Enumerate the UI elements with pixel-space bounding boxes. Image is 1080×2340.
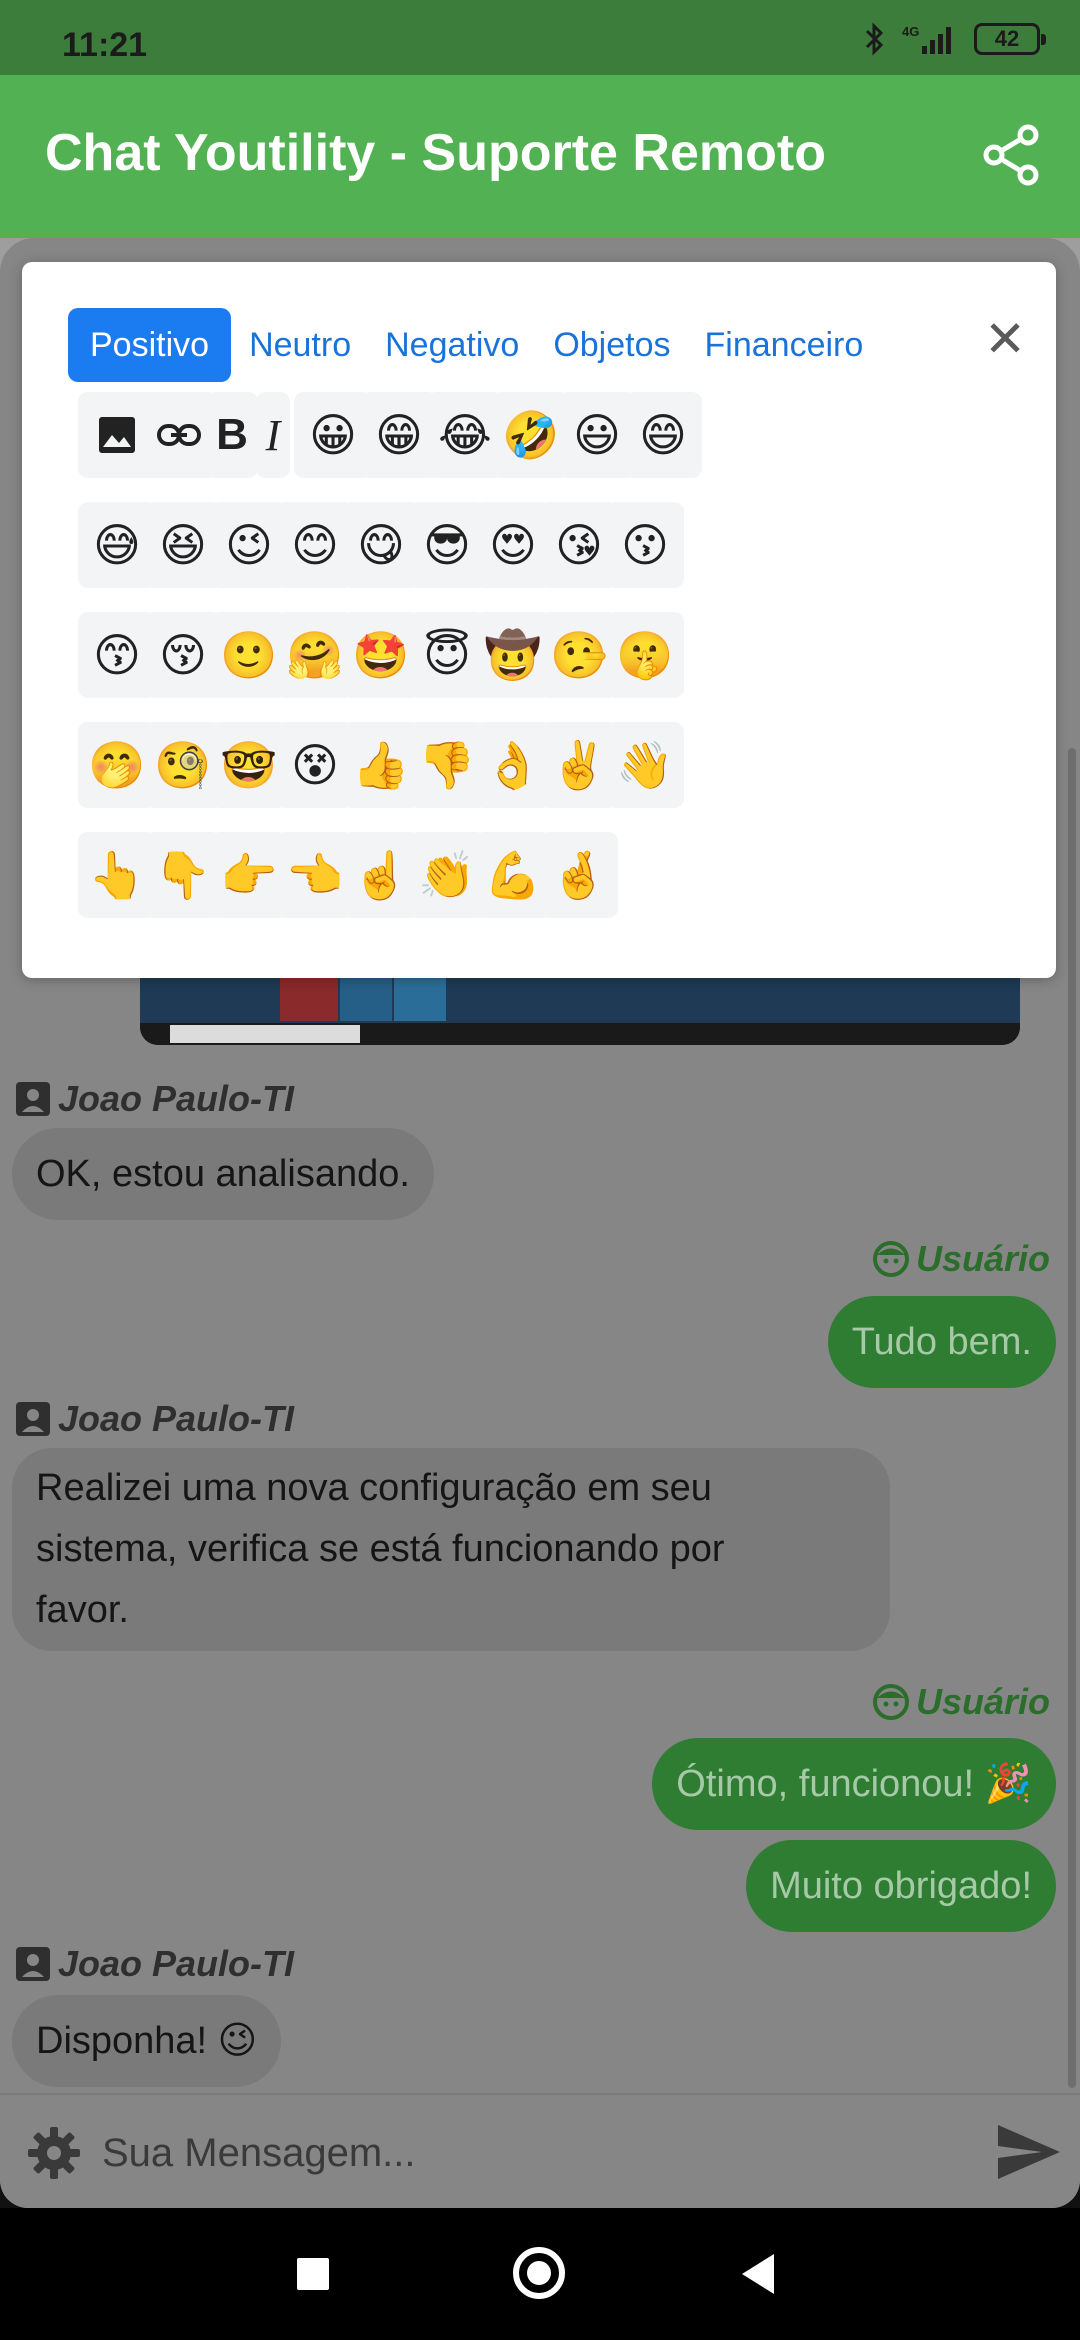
italic-button[interactable]: I bbox=[256, 392, 290, 478]
author-name: Joao Paulo-TI bbox=[58, 1943, 295, 1984]
message-input[interactable] bbox=[102, 2121, 982, 2185]
message-bubble-agent[interactable]: Disponha! 😉 bbox=[12, 1995, 282, 2087]
account-box-icon bbox=[16, 1947, 50, 1981]
battery-indicator: 42 bbox=[974, 23, 1046, 55]
author-name: Usuário bbox=[915, 1238, 1050, 1279]
face-icon bbox=[872, 1241, 909, 1277]
message-line: Realizei uma nova configuração em seu bbox=[36, 1467, 712, 1509]
tab-neutro[interactable]: Neutro bbox=[233, 308, 367, 382]
send-icon[interactable] bbox=[996, 2123, 1062, 2181]
status-time: 11:21 bbox=[62, 26, 148, 64]
emoji-category-tabs: Positivo Neutro Negativo Objetos Finance… bbox=[68, 308, 879, 382]
app-bar: Chat Youtility - Suporte Remoto bbox=[0, 75, 1080, 238]
tab-financeiro[interactable]: Financeiro bbox=[689, 308, 880, 382]
tab-positivo[interactable]: Positivo bbox=[68, 308, 232, 382]
message-bubble-agent[interactable]: Realizei uma nova configuração em seu si… bbox=[12, 1448, 890, 1651]
message-author: Usuário bbox=[872, 1238, 1050, 1280]
author-name: Joao Paulo-TI bbox=[58, 1078, 295, 1119]
share-icon[interactable] bbox=[980, 123, 1044, 187]
message-bubble-user[interactable]: Tudo bem. bbox=[827, 1296, 1056, 1388]
bluetooth-icon bbox=[864, 22, 886, 56]
gear-icon[interactable] bbox=[24, 2123, 84, 2183]
message-bubble-user[interactable]: Muito obrigado! bbox=[746, 1840, 1056, 1932]
recents-button[interactable] bbox=[297, 2258, 329, 2290]
status-bar: 11:21 4G 42 bbox=[0, 0, 1080, 75]
back-button[interactable] bbox=[742, 2254, 774, 2294]
app-title: Chat Youtility - Suporte Remoto bbox=[45, 124, 826, 182]
emoji-button[interactable]: 😗 bbox=[606, 502, 684, 588]
tab-negativo[interactable]: Negativo bbox=[369, 308, 535, 382]
attached-screenshot[interactable] bbox=[140, 973, 1020, 1045]
emoji-button[interactable]: 😄 bbox=[624, 392, 702, 478]
close-icon[interactable]: ✕ bbox=[984, 314, 1026, 364]
emoji-picker-dialog: Positivo Neutro Negativo Objetos Finance… bbox=[22, 262, 1056, 978]
network-label: 4G bbox=[902, 24, 919, 39]
emoji-button[interactable]: 🤫 bbox=[606, 612, 684, 698]
author-name: Usuário bbox=[915, 1681, 1050, 1722]
message-author: Joao Paulo-TI bbox=[14, 1078, 294, 1120]
message-line: sistema, verifica se está funcionando po… bbox=[36, 1528, 725, 1570]
emoji-button[interactable]: 👋 bbox=[606, 722, 684, 808]
home-button[interactable] bbox=[513, 2247, 565, 2299]
account-box-icon bbox=[16, 1082, 50, 1116]
status-icons: 4G 42 bbox=[864, 22, 1046, 56]
account-box-icon bbox=[16, 1402, 50, 1436]
message-author: Joao Paulo-TI bbox=[14, 1398, 294, 1440]
face-icon bbox=[872, 1684, 909, 1720]
author-name: Joao Paulo-TI bbox=[58, 1398, 295, 1439]
emoji-button[interactable]: 🤞 bbox=[540, 832, 618, 918]
message-bubble-user[interactable]: Ótimo, funcionou! 🎉 bbox=[652, 1738, 1056, 1830]
bold-button[interactable]: B bbox=[206, 392, 258, 478]
message-composer bbox=[0, 2093, 1080, 2208]
scrollbar[interactable] bbox=[1068, 748, 1076, 2088]
message-author: Joao Paulo-TI bbox=[14, 1943, 294, 1985]
message-bubble-agent[interactable]: OK, estou analisando. bbox=[12, 1128, 434, 1220]
signal-icon: 4G bbox=[900, 22, 960, 56]
tab-objetos[interactable]: Objetos bbox=[537, 308, 686, 382]
message-author: Usuário bbox=[872, 1681, 1050, 1723]
message-line: favor. bbox=[36, 1589, 129, 1631]
system-navigation-bar bbox=[0, 2208, 1080, 2340]
